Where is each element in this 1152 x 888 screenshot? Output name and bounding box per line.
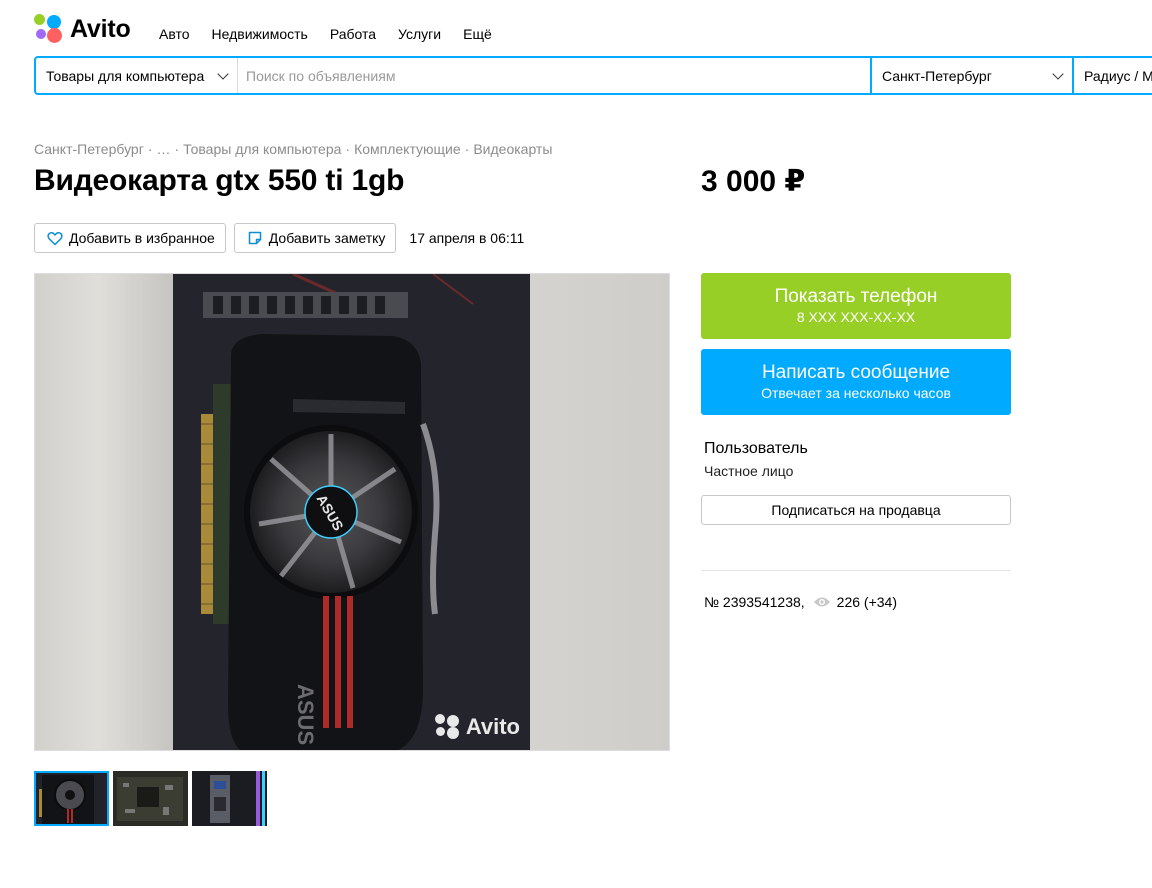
avito-logo[interactable]: Avito — [34, 14, 131, 44]
breadcrumb-item-city[interactable]: Санкт-Петербург — [34, 141, 144, 157]
graphics-card-image: ASUS ASUS — [173, 274, 530, 750]
show-phone-label: Показать телефон — [774, 286, 938, 307]
breadcrumb-separator: · — [345, 141, 351, 157]
radius-select[interactable]: Радиус / Метро — [1072, 58, 1152, 93]
category-select[interactable]: Товары для компьютера — [36, 58, 238, 93]
listing-date: 17 апреля в 06:11 — [409, 230, 525, 246]
city-select[interactable]: Санкт-Петербург — [870, 58, 1072, 93]
search-bar: Товары для компьютера Санкт-Петербург Ра… — [34, 56, 1152, 95]
listing-number: № 2393541238, — [704, 594, 805, 610]
breadcrumb: Санкт-Петербург · … · Товары для компьют… — [34, 141, 552, 157]
show-phone-button[interactable]: Показать телефон 8 XXX XXX-XX-XX — [701, 273, 1011, 339]
listing-actions: Добавить в избранное Добавить заметку 17… — [34, 223, 524, 253]
listing-title: Видеокарта gtx 550 ti 1gb — [34, 164, 405, 197]
write-message-button[interactable]: Написать сообщение Отвечает за несколько… — [701, 349, 1011, 415]
subscribe-seller-label: Подписаться на продавца — [771, 502, 941, 518]
response-time-label: Отвечает за несколько часов — [761, 385, 951, 401]
phone-masked: 8 XXX XXX-XX-XX — [796, 309, 916, 325]
seller-name[interactable]: Пользователь — [704, 440, 808, 458]
listing-meta: № 2393541238, 226 (+34) — [704, 594, 897, 610]
breadcrumb-item-category[interactable]: Товары для компьютера — [183, 141, 341, 157]
eye-icon — [813, 597, 830, 607]
write-message-label: Написать сообщение — [761, 362, 951, 383]
chevron-down-icon — [217, 67, 229, 80]
avito-watermark: Avito — [434, 714, 520, 740]
nav-item-jobs[interactable]: Работа — [330, 26, 376, 42]
add-note-label: Добавить заметку — [268, 230, 386, 246]
add-to-favorites-button[interactable]: Добавить в избранное — [34, 223, 226, 253]
divider — [701, 570, 1011, 571]
city-select-label: Санкт-Петербург — [882, 67, 992, 84]
chevron-down-icon — [1052, 67, 1064, 80]
listing-photo[interactable]: ASUS ASUS Avito — [173, 274, 530, 750]
nav-item-realty[interactable]: Недвижимость — [212, 26, 308, 42]
category-select-label: Товары для компьютера — [46, 67, 205, 84]
breadcrumb-separator: · — [174, 141, 180, 157]
subscribe-seller-button[interactable]: Подписаться на продавца — [701, 495, 1011, 525]
search-input[interactable] — [238, 58, 870, 93]
breadcrumb-separator: · — [464, 141, 470, 157]
note-icon — [248, 231, 262, 245]
thumbnail-2[interactable] — [113, 771, 188, 826]
breadcrumb-item-components[interactable]: Комплектующие — [354, 141, 461, 157]
watermark-dots-icon — [434, 714, 461, 740]
svg-text:ASUS: ASUS — [293, 684, 318, 745]
photo-gallery[interactable]: ASUS ASUS Avito — [34, 273, 670, 751]
listing-price: 3 000 ₽ — [701, 165, 806, 198]
add-note-button[interactable]: Добавить заметку — [233, 223, 397, 253]
add-to-favorites-label: Добавить в избранное — [69, 230, 215, 246]
heart-icon — [47, 231, 63, 245]
thumbnail-strip — [34, 771, 271, 826]
nav-item-more[interactable]: Ещё — [463, 26, 492, 42]
breadcrumb-separator: · — [147, 141, 153, 157]
watermark-text: Avito — [465, 714, 520, 739]
seller-type: Частное лицо — [704, 463, 794, 479]
logo-dots-icon — [34, 14, 64, 44]
view-count: 226 (+34) — [836, 594, 897, 610]
logo-text: Avito — [70, 14, 131, 43]
breadcrumb-item-gpus[interactable]: Видеокарты — [473, 141, 552, 157]
nav-item-auto[interactable]: Авто — [159, 26, 190, 42]
nav-item-services[interactable]: Услуги — [398, 26, 441, 42]
breadcrumb-item-ellipsis[interactable]: … — [156, 141, 170, 157]
thumbnail-1[interactable] — [34, 771, 109, 826]
top-nav: Авто Недвижимость Работа Услуги Ещё — [159, 26, 514, 42]
radius-select-label: Радиус / Метро — [1084, 67, 1152, 84]
thumbnail-3[interactable] — [192, 771, 267, 826]
